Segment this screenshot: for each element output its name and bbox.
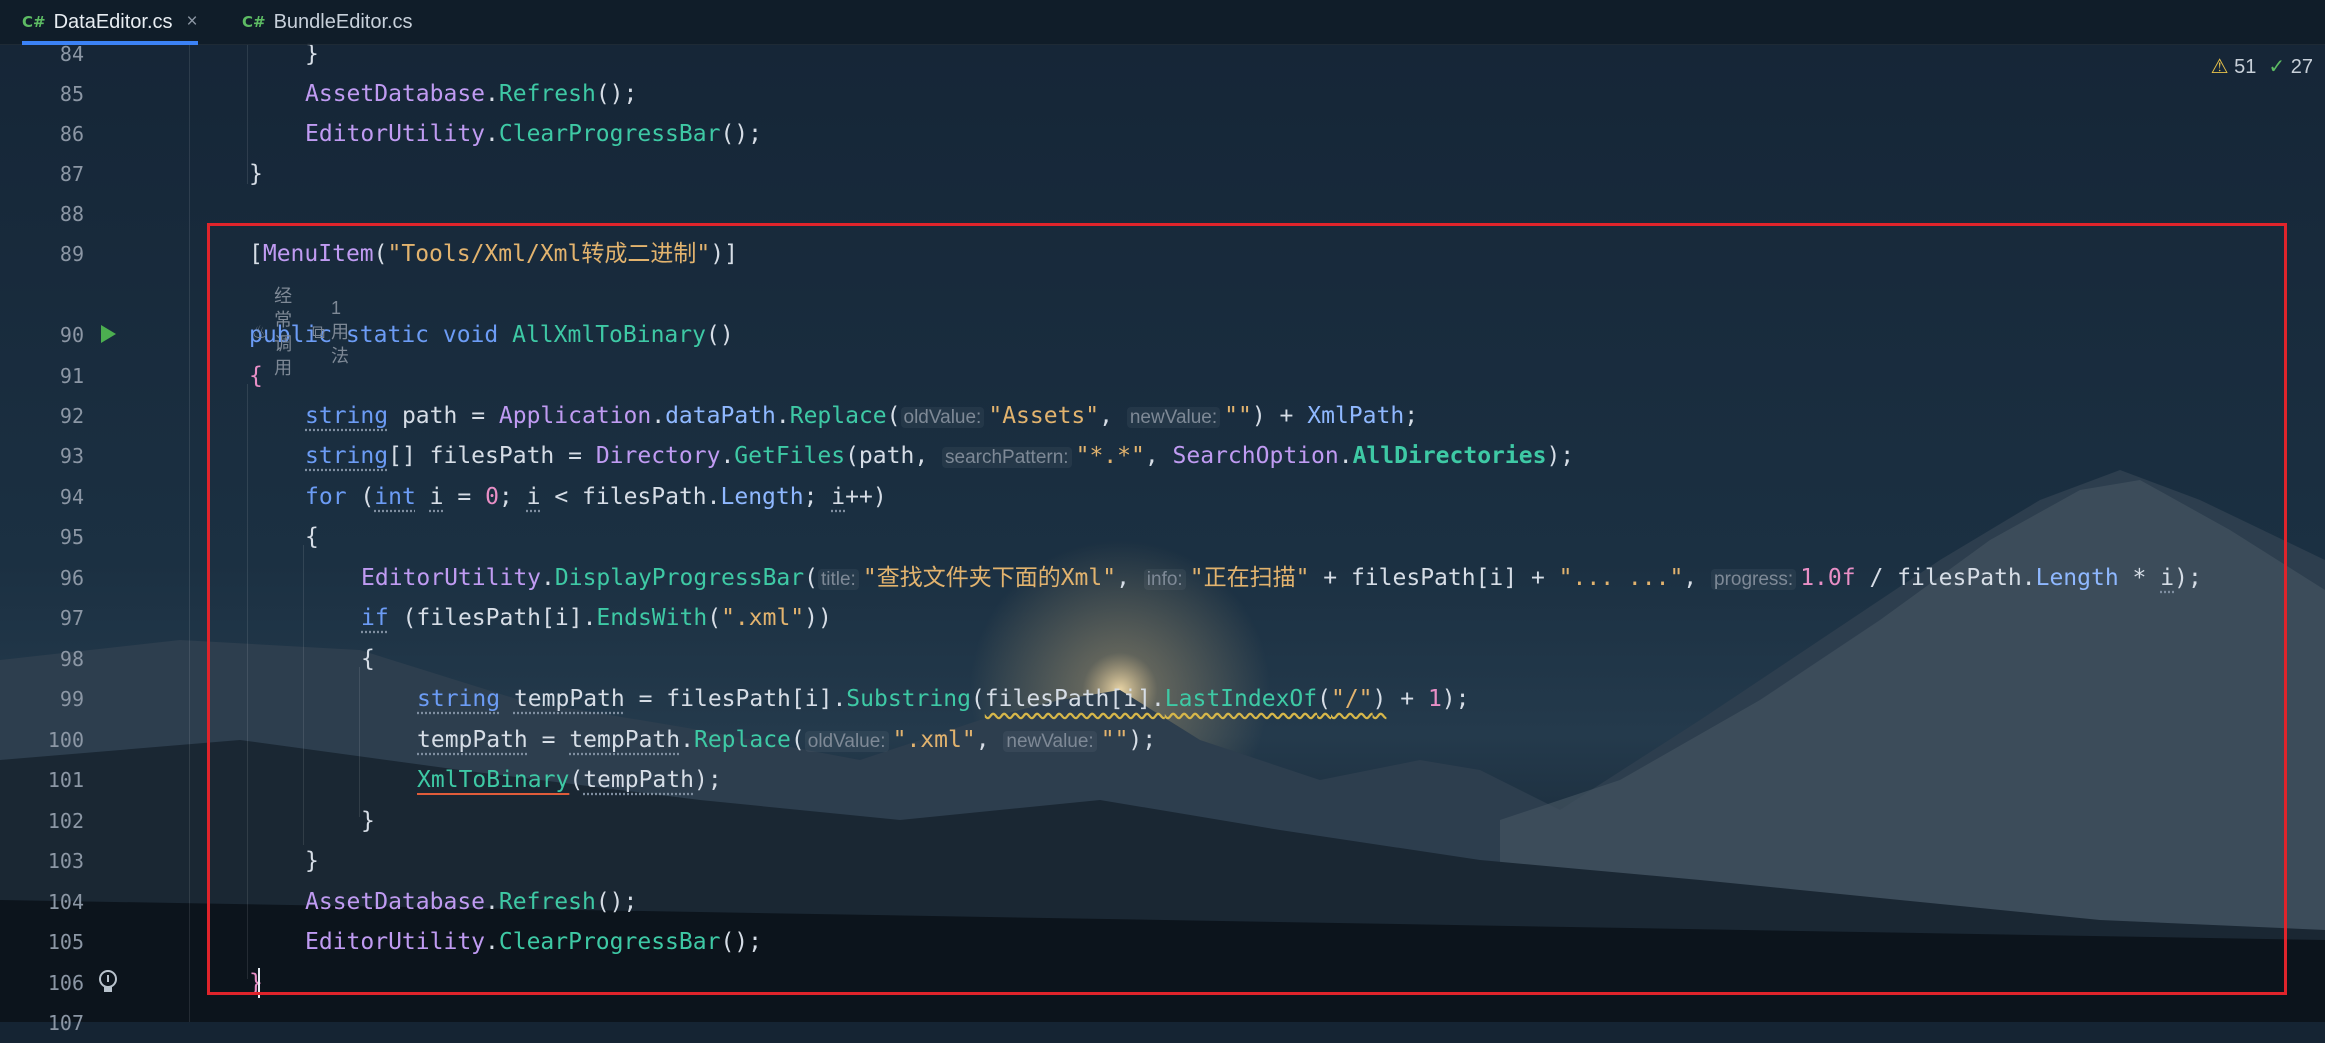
- indent-guide: [303, 545, 304, 845]
- csharp-file-icon: C#: [22, 13, 46, 31]
- lightbulb-icon[interactable]: [97, 969, 119, 995]
- line-number: 96: [59, 566, 84, 590]
- gutter-separator: [189, 44, 190, 1022]
- code-line-101[interactable]: XmlToBinary(tempPath);: [417, 760, 722, 800]
- code-line-94[interactable]: for (int i = 0; i < filesPath.Length; i+…: [305, 477, 887, 517]
- line-number: 87: [59, 162, 84, 186]
- code-line-86[interactable]: EditorUtility.ClearProgressBar();: [305, 114, 762, 154]
- code-line-89[interactable]: [MenuItem("Tools/Xml/Xml转成二进制")]: [249, 234, 738, 274]
- tab-bundle-editor[interactable]: C# BundleEditor.cs: [242, 0, 413, 44]
- line-number: 85: [59, 82, 84, 106]
- line-number: 100: [47, 728, 84, 752]
- code-line-106[interactable]: }: [249, 963, 263, 1003]
- code-line-100[interactable]: tempPath = tempPath.Replace(oldValue: ".x…: [417, 720, 1156, 760]
- usage-frequency-hint[interactable]: ♨ 经常调用: [252, 284, 292, 380]
- usages-hint[interactable]: ⧉ 1 用法: [312, 284, 349, 380]
- line-number: 97: [59, 606, 84, 630]
- external-link-icon: ⧉: [312, 322, 325, 342]
- tab-label: DataEditor.cs: [53, 10, 173, 33]
- code-line-87[interactable]: }: [249, 154, 263, 194]
- csharp-file-icon: C#: [242, 13, 266, 31]
- indent-guide: [359, 667, 360, 817]
- code-line-92[interactable]: string path = Application.dataPath.Repla…: [305, 396, 1418, 436]
- line-number: 91: [59, 364, 84, 388]
- line-number: 88: [59, 202, 84, 226]
- code-line-85[interactable]: AssetDatabase.Refresh();: [305, 74, 637, 114]
- line-number: 105: [47, 930, 84, 954]
- line-number: 101: [47, 768, 84, 792]
- inspection-widget[interactable]: ⚠ 51 ✓ 27: [2211, 54, 2313, 79]
- ok-count[interactable]: ✓ 27: [2268, 54, 2313, 79]
- code-line-97[interactable]: if (filesPath[i].EndsWith(".xml")): [361, 598, 832, 638]
- code-line-102[interactable]: }: [361, 801, 375, 841]
- editor-tab-bar: C# DataEditor.cs × C# BundleEditor.cs: [0, 0, 2325, 45]
- code-vision-inlay[interactable]: ♨ 经常调用 ⧉ 1 用法: [252, 284, 349, 380]
- code-line-103[interactable]: }: [305, 841, 319, 881]
- line-number: 106: [47, 971, 84, 995]
- line-number: 98: [59, 647, 84, 671]
- tab-data-editor[interactable]: C# DataEditor.cs ×: [22, 0, 198, 45]
- code-line-93[interactable]: string[] filesPath = Directory.GetFiles(…: [305, 436, 1574, 476]
- code-line-105[interactable]: EditorUtility.ClearProgressBar();: [305, 922, 762, 962]
- code-line-98[interactable]: {: [361, 639, 375, 679]
- line-number: 104: [47, 890, 84, 914]
- line-number: 94: [59, 485, 84, 509]
- line-number: 89: [59, 242, 84, 266]
- run-icon[interactable]: [99, 324, 117, 344]
- code-line-95[interactable]: {: [305, 517, 319, 557]
- line-number: 93: [59, 444, 84, 468]
- line-number: 99: [59, 687, 84, 711]
- line-number: 90: [59, 323, 84, 347]
- line-number: 103: [47, 849, 84, 873]
- warning-count[interactable]: ⚠ 51: [2211, 54, 2257, 79]
- line-number: 86: [59, 122, 84, 146]
- line-number: 92: [59, 404, 84, 428]
- line-number: 107: [47, 1011, 84, 1035]
- text-caret: [258, 968, 260, 998]
- flame-icon: ♨: [252, 322, 269, 342]
- code-line-96[interactable]: EditorUtility.DisplayProgressBar(title: "…: [361, 558, 2202, 598]
- warning-icon: ⚠: [2210, 56, 2229, 78]
- line-number: 95: [59, 525, 84, 549]
- close-icon[interactable]: ×: [187, 11, 198, 33]
- code-line-104[interactable]: AssetDatabase.Refresh();: [305, 882, 637, 922]
- indent-guide: [247, 384, 248, 979]
- line-number: 102: [47, 809, 84, 833]
- code-line-99[interactable]: string tempPath = filesPath[i].Substring…: [417, 679, 1470, 719]
- indent-guide: [247, 44, 248, 184]
- tab-label: BundleEditor.cs: [273, 10, 413, 33]
- check-icon: ✓: [2268, 56, 2286, 78]
